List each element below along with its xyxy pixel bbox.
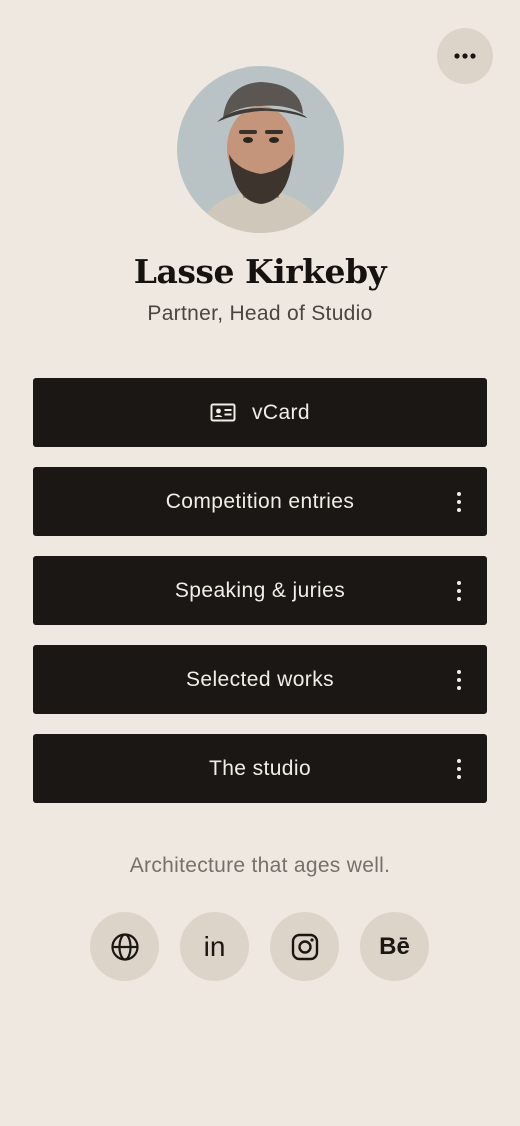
website-button[interactable]	[90, 912, 159, 981]
more-vertical-icon[interactable]	[451, 755, 467, 783]
profile-name: Lasse Kirkeby	[133, 252, 387, 291]
instagram-icon	[291, 933, 318, 960]
behance-button[interactable]: Bē	[360, 912, 429, 981]
more-vertical-icon[interactable]	[451, 577, 467, 605]
link-label: Speaking & juries	[174, 578, 346, 602]
avatar	[177, 66, 344, 233]
linkedin-icon: in	[203, 930, 226, 962]
globe-icon	[110, 932, 139, 961]
social-links: in Bē	[90, 912, 429, 981]
tagline: Architecture that ages well.	[129, 854, 391, 877]
link-label: Selected works	[186, 667, 334, 691]
more-vertical-icon[interactable]	[451, 488, 467, 516]
link-label: vCard	[251, 400, 311, 424]
link-the-studio[interactable]: The studio	[33, 734, 487, 803]
more-vertical-icon[interactable]	[451, 666, 467, 694]
vcard-button[interactable]: vCard	[33, 378, 487, 447]
instagram-button[interactable]	[270, 912, 339, 981]
linkedin-button[interactable]: in	[180, 912, 249, 981]
more-options-button[interactable]	[437, 28, 493, 84]
link-speaking-juries[interactable]: Speaking & juries	[33, 556, 487, 625]
link-list: vCard Competition entries Speaking & jur…	[33, 378, 487, 823]
profile-role: Partner, Head of Studio	[147, 302, 373, 325]
id-card-icon	[210, 403, 236, 422]
link-label: Competition entries	[165, 489, 355, 513]
link-selected-works[interactable]: Selected works	[33, 645, 487, 714]
more-horizontal-icon	[454, 53, 476, 59]
link-label: The studio	[208, 756, 312, 780]
behance-icon: Bē	[379, 932, 410, 960]
link-competition-entries[interactable]: Competition entries	[33, 467, 487, 536]
